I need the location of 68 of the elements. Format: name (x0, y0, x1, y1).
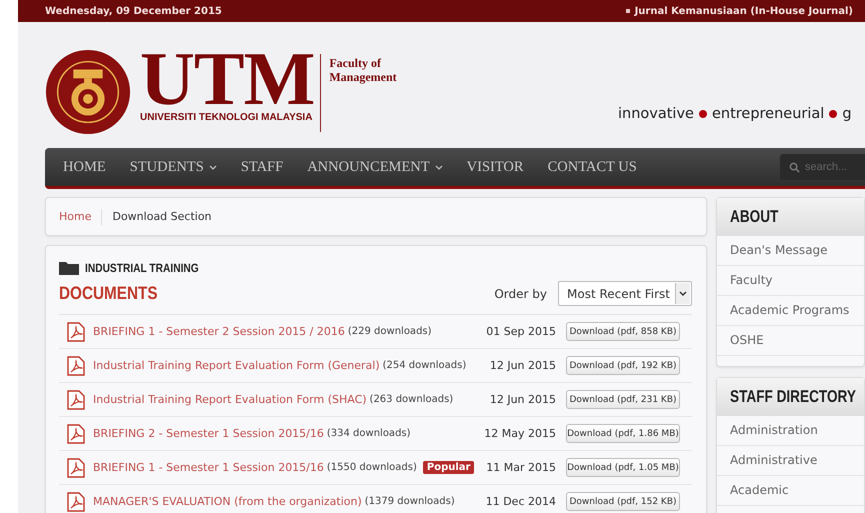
document-date: 12 Jun 2015 (488, 393, 556, 406)
document-link[interactable]: Industrial Training Report Evaluation Form (SHAC) (93, 393, 367, 406)
download-button[interactable]: Download (pdf, 858 KB) (566, 322, 680, 341)
caret-icon (679, 291, 687, 296)
document-link[interactable]: BRIEFING 1 - Semester 1 Session 2015/16 (93, 461, 324, 474)
bullet-icon (698, 110, 707, 118)
tagline-word: entrepreneurial (712, 106, 824, 122)
document-date: 01 Sep 2015 (485, 325, 556, 338)
nav-item[interactable]: HOME (63, 158, 106, 176)
search-icon (789, 162, 800, 173)
tagline-word: g (842, 106, 852, 122)
section-title: DOCUMENTS (59, 283, 159, 304)
download-count: (254 downloads) (382, 360, 466, 371)
bullet-icon (829, 110, 838, 118)
folder-icon (59, 260, 79, 275)
nav-item[interactable]: ANNOUNCEMENT (307, 158, 443, 176)
download-button[interactable]: Download (pdf, 192 KB) (566, 356, 680, 375)
sidebar-link[interactable]: Faculty (717, 266, 864, 296)
download-button[interactable]: Download (pdf, 1.05 MB) (566, 458, 680, 477)
logo-wordmark: UTM (140, 48, 314, 110)
download-button[interactable]: Download (pdf, 1.86 MB) (566, 424, 680, 443)
sidebar-link[interactable]: OSHE (717, 326, 864, 356)
pdf-icon (67, 424, 85, 444)
download-count: (229 downloads) (348, 326, 432, 337)
document-link[interactable]: BRIEFING 1 - Semester 2 Session 2015 / 2016 (93, 325, 345, 338)
nav-item[interactable]: STAFF (240, 158, 284, 176)
document-date: 11 Mar 2015 (485, 461, 556, 474)
download-count: (263 downloads) (370, 394, 454, 405)
sidebar-link[interactable]: Administration (717, 416, 864, 446)
document-date: 12 Jun 2015 (488, 359, 556, 372)
document-date: 11 Dec 2014 (484, 495, 556, 508)
pdf-icon (67, 458, 85, 478)
download-count: (334 downloads) (326, 428, 411, 439)
document-link[interactable]: Industrial Training Report Evaluation Form (General) (93, 359, 380, 372)
university-name: UNIVERSITI TEKNOLOGI MALAYSIA (140, 112, 314, 123)
caret-icon (434, 164, 443, 170)
download-count: (1379 downloads) (364, 496, 455, 507)
download-button[interactable]: Download (pdf, 152 KB) (566, 492, 680, 511)
nav-item[interactable]: STUDENTS (130, 158, 217, 176)
panel-title: ABOUT (730, 207, 778, 227)
document-link[interactable]: BRIEFING 2 - Semester 1 Session 2015/16 (93, 427, 324, 440)
nav-item[interactable]: CONTACT US (548, 158, 637, 176)
sidebar-link[interactable]: Administrative (717, 446, 864, 476)
date-text: Wednesday, 09 December 2015 (45, 6, 222, 16)
journal-link[interactable]: Jurnal Kemanusiaan (In-House Journal) (626, 6, 853, 16)
download-button[interactable]: Download (pdf, 231 KB) (566, 390, 680, 409)
sidebar-link[interactable]: Academic (717, 476, 864, 506)
popular-badge: Popular (422, 461, 474, 474)
search-field[interactable]: search... (780, 154, 865, 180)
order-label: Order by (494, 286, 547, 300)
order-select[interactable]: Most Recent First (558, 281, 692, 306)
tagline-word: innovative (618, 106, 694, 122)
caret-icon (208, 164, 217, 170)
pdf-icon (67, 356, 85, 376)
download-count: (1550 downloads) (326, 462, 417, 473)
faculty-name: Faculty of Management (329, 56, 398, 84)
pdf-icon (67, 390, 85, 410)
breadcrumb-item[interactable]: Home (59, 210, 92, 223)
logo-icon (44, 48, 132, 136)
document-date: 12 May 2015 (483, 427, 556, 440)
breadcrumb-item: Download Section (112, 210, 212, 223)
sidebar-link[interactable]: Academic Programs (717, 296, 864, 326)
nav-item[interactable]: VISITOR (466, 158, 524, 176)
document-link[interactable]: MANAGER'S EVALUATION (from the organization) (93, 495, 362, 508)
pdf-icon (67, 322, 85, 342)
sidebar-link[interactable]: Dean's Message (717, 236, 864, 266)
panel-title: STAFF DIRECTORY (730, 387, 856, 407)
category-title: INDUSTRIAL TRAINING (85, 260, 199, 274)
